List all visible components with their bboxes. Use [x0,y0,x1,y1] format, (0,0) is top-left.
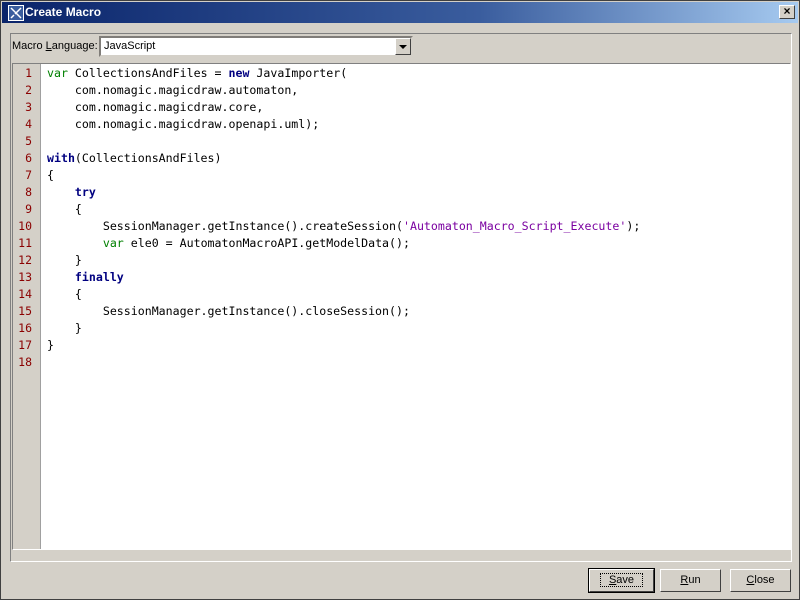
line-number: 2 [25,83,32,97]
code-text: ele0 = AutomatonMacroAPI.getModelData(); [123,236,410,250]
line-number: 1 [25,66,32,80]
line-number: 8 [25,185,32,199]
line-number: 5 [25,134,32,148]
code-text: SessionManager.getInstance().createSessi… [47,219,403,233]
label-text: Macro [12,40,46,52]
line-number: 17 [18,338,32,352]
run-button[interactable]: Run [660,569,721,592]
code-line: with(CollectionsAndFiles) [47,150,222,167]
button-label: lose [754,574,775,586]
app-icon [8,5,24,21]
code-line: com.nomagic.magicdraw.automaton, [47,82,298,99]
code-line: } [47,320,82,337]
chevron-down-icon[interactable] [395,38,411,55]
code-line: com.nomagic.magicdraw.openapi.uml); [47,116,319,133]
code-text: { [47,202,82,216]
line-number-gutter: 1 2 3 4 5 6 7 8 9 10 11 12 13 14 15 16 17 18 [13,64,41,549]
code-text: } [47,338,54,352]
line-number: 14 [18,287,32,301]
create-macro-dialog: Create Macro × Macro Language: JavaScrip… [0,0,800,600]
code-text: com.nomagic.magicdraw.openapi.uml); [47,117,320,131]
line-number: 3 [25,100,32,114]
code-text: JavaImporter( [249,66,348,80]
code-line: SessionManager.getInstance().closeSessio… [47,303,410,320]
line-number: 4 [25,117,32,131]
close-window-button[interactable]: × [779,5,795,19]
line-number: 13 [18,270,32,284]
code-line: var CollectionsAndFiles = new JavaImport… [47,65,347,82]
window-title: Create Macro [25,5,102,19]
macro-language-select[interactable]: JavaScript [99,36,413,57]
save-button[interactable]: Save [588,568,655,593]
line-number: 10 [18,219,32,233]
button-label: un [688,574,701,586]
line-number: 16 [18,321,32,335]
code-text: ); [626,219,641,233]
line-number: 11 [18,236,32,250]
line-number: 18 [18,355,32,369]
keyword: new [228,66,250,80]
keyword: finally [74,270,124,284]
line-number: 9 [25,202,32,216]
line-number: 12 [18,253,32,267]
macro-language-label: Macro Language: [12,40,98,52]
keyword: try [74,185,96,199]
close-button[interactable]: Close [730,569,791,592]
code-line: { [47,167,54,184]
code-line: } [47,252,82,269]
code-line: { [47,286,82,303]
code-text: } [47,321,82,335]
keyword: with [47,151,75,165]
code-line: finally [47,269,124,286]
code-text: { [47,287,82,301]
selected-language: JavaScript [104,40,156,52]
code-text: com.nomagic.magicdraw.automaton, [47,83,299,97]
line-number: 7 [25,168,32,182]
code-text: { [47,168,54,182]
line-number: 6 [25,151,32,165]
keyword: var [47,66,68,80]
code-line: SessionManager.getInstance().createSessi… [47,218,641,235]
code-editor[interactable]: 1 2 3 4 5 6 7 8 9 10 11 12 13 14 15 16 17 18 var Collecti… [12,63,791,550]
label-text: anguage: [51,40,98,52]
code-text: CollectionsAndFiles = [67,66,229,80]
code-text: SessionManager.getInstance().closeSessio… [47,304,410,318]
code-line: var ele0 = AutomatonMacroAPI.getModelDat… [47,235,410,252]
code-line: { [47,201,82,218]
line-number: 15 [18,304,32,318]
code-text: } [47,253,82,267]
button-label: ave [616,574,635,586]
code-text: (CollectionsAndFiles) [74,151,222,165]
code-line: try [47,184,96,201]
code-line: } [47,337,54,354]
keyword: var [102,236,124,250]
title-bar[interactable]: Create Macro × [2,2,798,23]
code-line: com.nomagic.magicdraw.core, [47,99,263,116]
code-text: com.nomagic.magicdraw.core, [47,100,264,114]
string-literal: 'Automaton_Macro_Script_Execute' [402,219,627,233]
